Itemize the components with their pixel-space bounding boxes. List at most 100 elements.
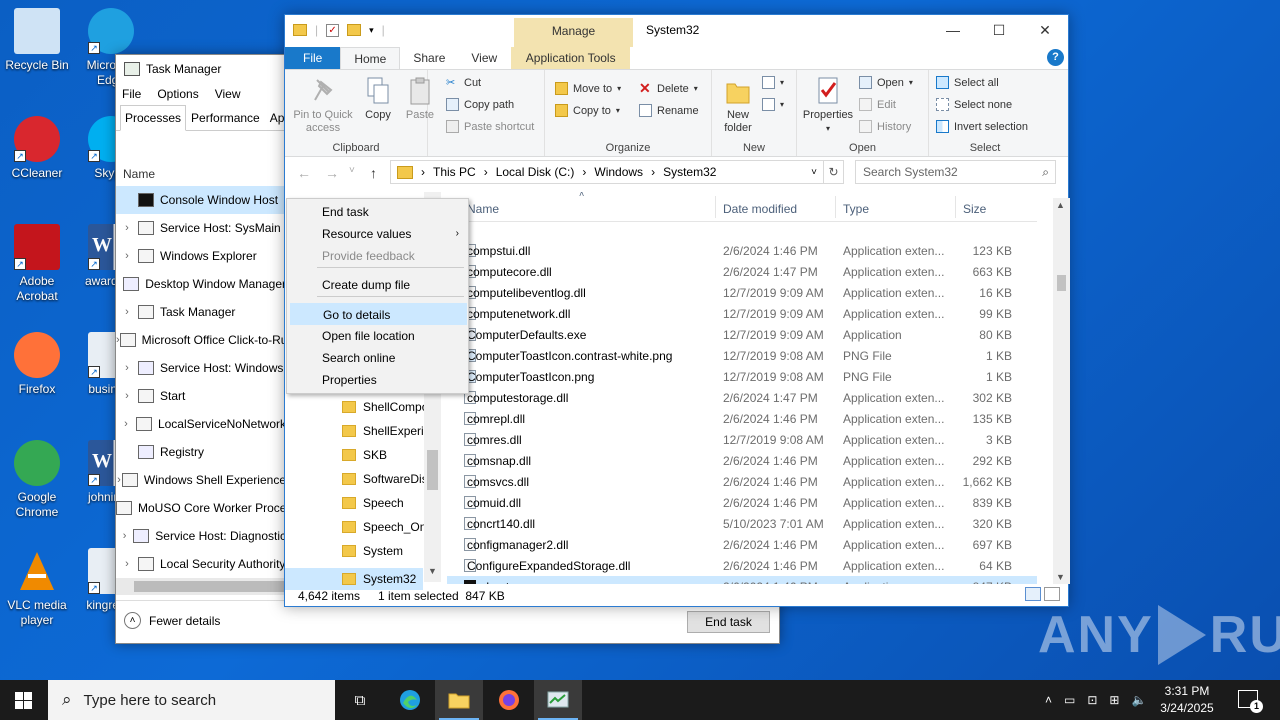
recent-dropdown-icon[interactable]: ˅ <box>349 165 355 176</box>
desktop-icon[interactable]: VLC media player <box>0 548 74 628</box>
context-menu-item[interactable]: Resource values › <box>290 223 467 245</box>
file-row[interactable]: comuid.dll 2/6/2024 1:46 PM Application ex… <box>447 492 1037 513</box>
file-row[interactable]: concrt140.dll 5/10/2023 7:01 AM Applicatio… <box>447 513 1037 534</box>
process-row[interactable]: › LocalServiceNoNetwork <box>116 410 286 438</box>
file-explorer-taskbar-icon[interactable] <box>435 680 483 720</box>
file-row[interactable]: conhost.exe2/6/2024 1:46 PMApplication84… <box>447 576 1037 584</box>
file-row[interactable]: configmanager2.dll 2/6/2024 1:46 PM Applic… <box>447 534 1037 555</box>
new-item-button[interactable]: ▾ <box>762 76 784 89</box>
desktop-icon[interactable]: Recycle Bin <box>0 8 74 73</box>
select-none-button[interactable]: Select none <box>936 98 1012 111</box>
column-name[interactable]: Name <box>467 202 499 216</box>
task-manager-taskbar-icon[interactable] <box>534 680 582 720</box>
ribbon-tab-share[interactable]: Share <box>400 47 458 69</box>
minimize-icon[interactable]: — <box>930 15 976 45</box>
delete-button[interactable]: ✕ Delete ▾ <box>639 81 698 95</box>
refresh-icon[interactable]: ↻ <box>824 160 844 184</box>
file-row[interactable]: computenetwork.dll 12/7/2019 9:09 AM Appli… <box>447 303 1037 324</box>
breadcrumb-local-disk[interactable]: Local Disk (C:) <box>496 165 575 179</box>
large-icons-view-icon[interactable] <box>1044 587 1060 601</box>
edge-taskbar-icon[interactable] <box>386 680 434 720</box>
help-icon[interactable]: ? <box>1047 49 1064 66</box>
scroll-down-icon[interactable]: ▼ <box>428 566 437 576</box>
file-row[interactable]: ComputerDefaults.exe 12/7/2019 9:09 AM App… <box>447 324 1037 345</box>
explorer-titlebar[interactable]: | ✓ ▾ | Manage System32 — ☐ ✕ <box>285 15 1068 47</box>
breadcrumb-system32[interactable]: System32 <box>663 165 716 179</box>
nav-folder-item[interactable]: ShellExperiences <box>342 424 425 438</box>
desktop-icon[interactable]: ↗ CCleaner <box>0 116 74 181</box>
horizontal-scrollbar[interactable] <box>116 578 286 595</box>
wifi-icon[interactable]: ⊞ <box>1109 693 1119 707</box>
ribbon-tab-file[interactable]: File <box>285 47 341 69</box>
maximize-icon[interactable]: ☐ <box>976 15 1022 45</box>
battery-icon[interactable]: ▭ <box>1064 693 1075 707</box>
new-folder-icon[interactable] <box>347 24 362 36</box>
easy-access-button[interactable]: ▾ <box>762 98 784 111</box>
process-row[interactable]: MoUSO Core Worker Process <box>116 494 286 522</box>
ribbon-tab-home[interactable]: Home <box>340 47 401 69</box>
expand-chevron-icon[interactable]: › <box>116 362 138 374</box>
process-row[interactable]: › Task Manager <box>116 298 286 326</box>
copy-path-button[interactable]: Copy path <box>446 98 514 111</box>
menu-options[interactable]: Options <box>157 87 198 101</box>
nav-folder-item[interactable]: SKB <box>342 448 387 462</box>
customize-dropdown-icon[interactable]: ▾ <box>369 25 374 36</box>
copy-to-button[interactable]: Copy to ▾ <box>555 104 620 117</box>
process-row[interactable]: Desktop Window Manager <box>116 270 286 298</box>
context-menu-item[interactable]: Search online <box>290 347 467 369</box>
nav-folder-item[interactable]: System <box>342 544 403 558</box>
expand-chevron-icon[interactable]: › <box>116 250 138 262</box>
file-row[interactable]: ComputerToastIcon.contrast-white.png 12/7… <box>447 345 1037 366</box>
file-row[interactable]: comres.dll 12/7/2019 9:08 AM Application e… <box>447 429 1037 450</box>
task-view-icon[interactable]: ⧉ <box>336 680 384 720</box>
pin-to-quick-access-button[interactable]: Pin to Quick access <box>291 76 355 135</box>
context-menu-item[interactable]: End task <box>290 201 467 223</box>
history-button[interactable]: History <box>859 120 911 133</box>
process-row[interactable]: › Microsoft Office Click-to-Run <box>116 326 286 354</box>
process-row[interactable]: › Windows Explorer <box>116 242 286 270</box>
file-row[interactable]: computecore.dll 2/6/2024 1:47 PM Applicati… <box>447 261 1037 282</box>
nav-folder-item[interactable]: SoftwareDistribution <box>342 472 425 486</box>
firefox-taskbar-icon[interactable] <box>485 680 533 720</box>
process-row[interactable]: Registry <box>116 438 286 466</box>
process-row[interactable]: › Service Host: Windows <box>116 354 286 382</box>
expand-chevron-icon[interactable]: › <box>116 558 138 570</box>
process-row[interactable]: › Windows Shell Experience <box>116 466 286 494</box>
nav-scrollbar-thumb[interactable] <box>427 450 438 490</box>
rename-button[interactable]: Rename <box>639 104 699 117</box>
taskbar-search-box[interactable]: ⌕ Type here to search <box>48 680 335 720</box>
column-header-name[interactable]: Name <box>123 167 155 181</box>
details-view-icon[interactable] <box>1025 587 1041 601</box>
process-row[interactable]: › Service Host: SysMain <box>116 214 286 242</box>
back-arrow-icon[interactable]: ← <box>297 165 311 181</box>
notification-center-icon[interactable]: 1 <box>1238 690 1263 713</box>
copy-button[interactable]: Copy <box>360 76 396 122</box>
expand-chevron-icon[interactable]: › <box>116 530 133 542</box>
ribbon-tab-view[interactable]: View <box>458 47 510 69</box>
context-menu-item[interactable]: Provide feedback <box>290 245 467 267</box>
file-scrollbar-thumb[interactable] <box>1057 275 1066 291</box>
column-date-modified[interactable]: Date modified <box>723 202 797 216</box>
file-row[interactable]: comrepl.dll 2/6/2024 1:46 PM Application e… <box>447 408 1037 429</box>
desktop-icon[interactable]: Firefox <box>0 332 74 397</box>
clock[interactable]: 3:31 PM 3/24/2025 <box>1142 683 1232 717</box>
file-row[interactable]: computelibeventlog.dll 12/7/2019 9:09 AM A… <box>447 282 1037 303</box>
search-input[interactable]: Search System32 ⌕ <box>855 160 1056 184</box>
forward-arrow-icon[interactable]: → <box>325 165 339 181</box>
properties-check-icon[interactable]: ✓ <box>326 23 340 37</box>
breadcrumb-windows[interactable]: Windows <box>594 165 643 179</box>
context-menu-item[interactable]: Open file location <box>290 325 467 347</box>
menu-file[interactable]: File <box>122 87 141 101</box>
cut-button[interactable]: ✂ Cut <box>446 76 481 90</box>
menu-view[interactable]: View <box>215 87 241 101</box>
close-icon[interactable]: ✕ <box>1022 15 1068 45</box>
fewer-details-button[interactable]: ˄ Fewer details <box>124 612 220 629</box>
address-bar[interactable]: › This PC › Local Disk (C:) › Windows › … <box>390 160 824 184</box>
network-icon[interactable]: ⊡ <box>1087 693 1097 707</box>
desktop-icon[interactable]: Google Chrome <box>0 440 74 520</box>
scroll-up-icon[interactable]: ▲ <box>1056 200 1065 210</box>
edit-button[interactable]: Edit <box>859 98 896 111</box>
process-row[interactable]: › Start <box>116 382 286 410</box>
nav-folder-item[interactable]: ShellComponents <box>342 400 425 414</box>
scroll-down-icon[interactable]: ▼ <box>1056 572 1065 582</box>
